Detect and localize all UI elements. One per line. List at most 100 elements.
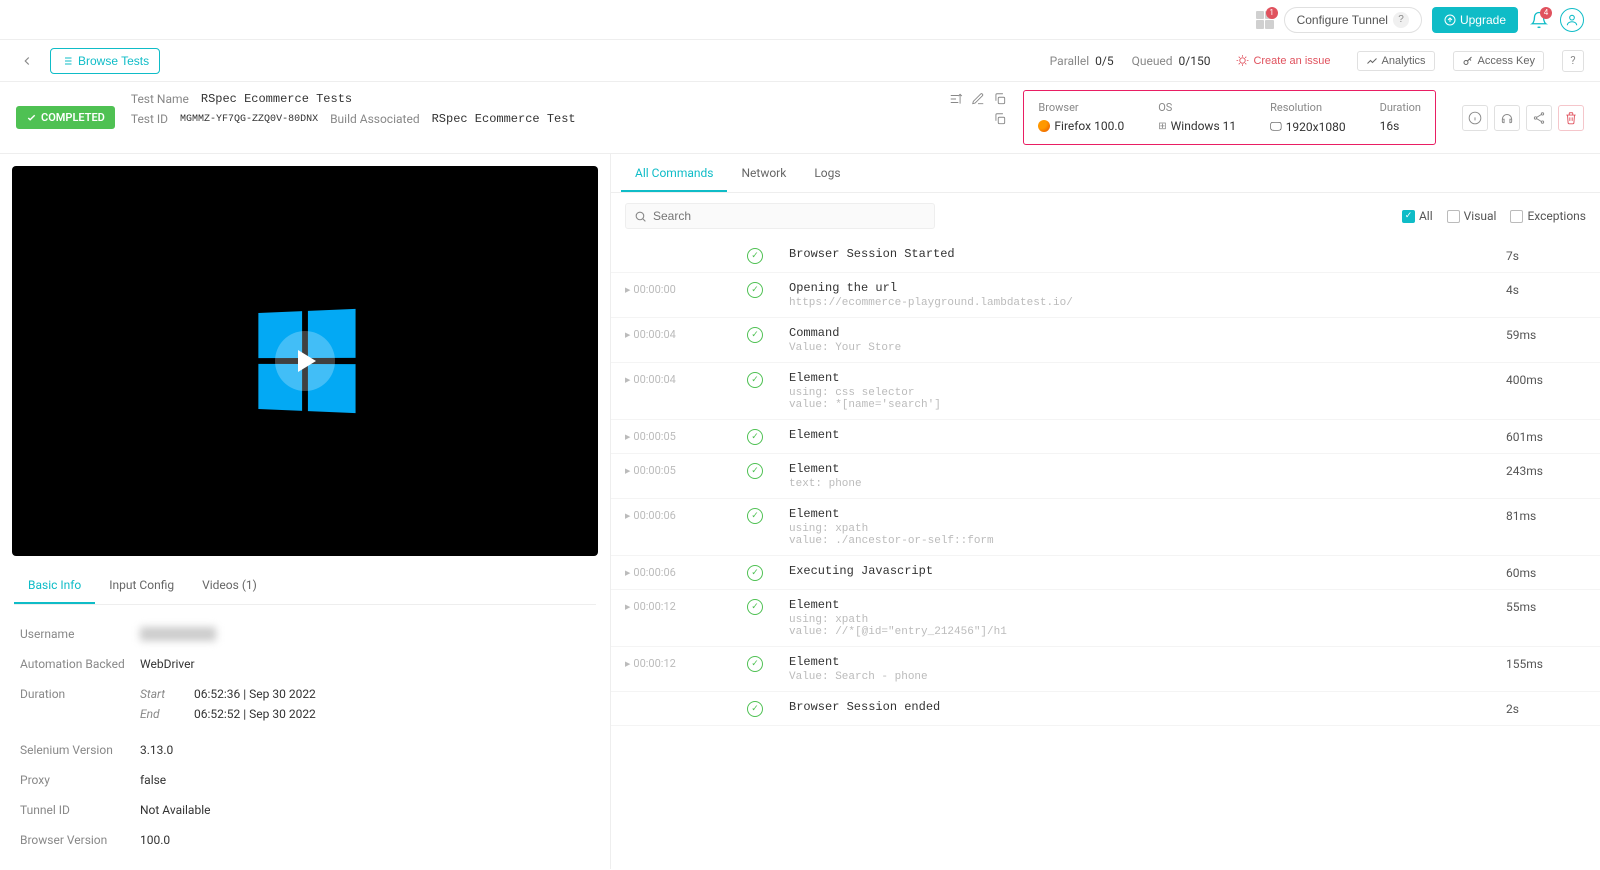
tab-basic-info[interactable]: Basic Info	[14, 568, 95, 604]
command-status: ✓	[747, 507, 777, 524]
command-sub: Value: Your Store	[789, 342, 1494, 354]
bell-badge: 4	[1540, 7, 1552, 19]
command-row[interactable]: ▶ 00:00:12✓ElementValue: Search - phone1…	[611, 647, 1600, 692]
command-sub: https://ecommerce-playground.lambdatest.…	[789, 297, 1494, 309]
username-label: Username	[20, 627, 140, 641]
monitor-icon: 🖵	[1270, 119, 1282, 134]
automation-label: Automation Backed	[20, 657, 140, 671]
command-title: Element	[789, 507, 1494, 521]
check-circle-icon: ✓	[747, 248, 763, 264]
help-icon: ?	[1393, 12, 1409, 28]
duration-label: Duration	[20, 687, 140, 727]
filter-all[interactable]: ✓All	[1402, 209, 1433, 223]
command-title: Command	[789, 326, 1494, 340]
dur-value: 16s	[1380, 119, 1421, 133]
tunnel-value: Not Available	[140, 803, 210, 817]
tab-input-config[interactable]: Input Config	[95, 568, 188, 604]
avatar-icon[interactable]	[1560, 8, 1584, 32]
sort-icon[interactable]	[949, 92, 963, 106]
apps-icon[interactable]: 1	[1256, 11, 1274, 29]
command-row[interactable]: ▶ 00:00:00✓Opening the urlhttps://ecomme…	[611, 273, 1600, 318]
tab-videos[interactable]: Videos (1)	[188, 568, 271, 604]
share-icon	[1532, 111, 1546, 125]
command-status: ✓	[747, 462, 777, 479]
browser-value: Firefox 100.0	[1054, 119, 1124, 133]
copy-icon[interactable]	[993, 92, 1007, 106]
command-time: ▶ 00:00:04	[625, 326, 735, 341]
headphones-button[interactable]	[1494, 105, 1520, 131]
left-tabs: Basic Info Input Config Videos (1)	[14, 568, 596, 605]
command-row[interactable]: ▶ 00:00:04 ✓ Command Value: Your Store 59ms	[611, 318, 1600, 363]
search-input-wrap[interactable]	[625, 203, 935, 229]
command-row[interactable]: ✓Browser Session ended2s	[611, 692, 1600, 726]
os-label: OS	[1158, 101, 1236, 114]
share-button[interactable]	[1526, 105, 1552, 131]
command-title: Browser Session Started	[789, 247, 1494, 261]
tab-all-commands[interactable]: All Commands	[621, 154, 727, 192]
analytics-button[interactable]: Analytics	[1357, 51, 1435, 71]
status-badge: COMPLETED	[16, 106, 115, 129]
configure-tunnel-button[interactable]: Configure Tunnel ?	[1284, 7, 1422, 33]
headphones-icon	[1500, 111, 1514, 125]
back-button[interactable]	[16, 50, 38, 72]
check-circle-icon: ✓	[747, 599, 763, 615]
command-title: Executing Javascript	[789, 564, 1494, 578]
command-time	[625, 247, 735, 249]
selenium-label: Selenium Version	[20, 743, 140, 757]
command-duration: 2s	[1506, 700, 1586, 716]
command-sub: Value: Search - phone	[789, 671, 1494, 683]
test-name-value: RSpec Ecommerce Tests	[201, 92, 352, 106]
help-button[interactable]: ?	[1562, 50, 1584, 72]
delete-button[interactable]	[1558, 105, 1584, 131]
trash-icon	[1564, 111, 1578, 125]
search-icon	[634, 210, 647, 223]
upgrade-icon	[1444, 14, 1456, 26]
command-row[interactable]: ▶ 00:00:12✓Elementusing: xpathvalue: //*…	[611, 590, 1600, 647]
video-player[interactable]	[12, 166, 598, 556]
access-key-button[interactable]: Access Key	[1453, 51, 1544, 71]
command-row[interactable]: ▶ 00:00:04✓Elementusing: css selectorval…	[611, 363, 1600, 420]
command-time: ▶ 00:00:05	[625, 428, 735, 443]
check-circle-icon: ✓	[747, 282, 763, 298]
command-duration: 55ms	[1506, 598, 1586, 614]
command-title: Element	[789, 655, 1494, 669]
check-icon	[26, 112, 37, 123]
search-input[interactable]	[653, 209, 926, 223]
command-row[interactable]: ▶ 00:00:06 ✓ Element using: xpathvalue: ./a…	[611, 499, 1600, 556]
tab-network[interactable]: Network	[727, 154, 800, 192]
command-row[interactable]: ▶ 00:00:05✓Element601ms	[611, 420, 1600, 454]
notification-bell-icon[interactable]: 4	[1528, 9, 1550, 31]
command-title: Element	[789, 428, 1494, 442]
list-icon	[61, 55, 73, 67]
key-icon	[1462, 55, 1474, 67]
info-button[interactable]	[1462, 105, 1488, 131]
command-sub: using: xpathvalue: ./ancestor-or-self::f…	[789, 523, 1494, 547]
command-row[interactable]: ▶ 00:00:06✓Executing Javascript60ms	[611, 556, 1600, 590]
filter-exceptions[interactable]: Exceptions	[1510, 209, 1586, 223]
command-row[interactable]: ✓Browser Session Started7s	[611, 239, 1600, 273]
upgrade-button[interactable]: Upgrade	[1432, 7, 1518, 33]
play-button-icon[interactable]	[275, 331, 335, 391]
command-duration: 81ms	[1506, 507, 1586, 523]
browse-tests-button[interactable]: Browse Tests	[50, 48, 160, 74]
res-value: 1920x1080	[1286, 120, 1346, 134]
command-duration: 60ms	[1506, 564, 1586, 580]
tunnel-label: Tunnel ID	[20, 803, 140, 817]
create-issue-button[interactable]: Create an issue	[1228, 51, 1338, 70]
filter-visual[interactable]: Visual	[1447, 209, 1497, 223]
analytics-icon	[1366, 55, 1378, 67]
check-circle-icon: ✓	[747, 327, 763, 343]
command-duration: 59ms	[1506, 326, 1586, 342]
command-sub: text: phone	[789, 478, 1494, 490]
top-header: 1 Configure Tunnel ? Upgrade 4	[0, 0, 1600, 40]
tab-logs[interactable]: Logs	[800, 154, 854, 192]
command-title: Element	[789, 598, 1494, 612]
browser-label: Browser	[1038, 101, 1124, 114]
command-row[interactable]: ▶ 00:00:05✓Elementtext: phone243ms	[611, 454, 1600, 499]
command-time: ▶ 00:00:12	[625, 655, 735, 670]
edit-icon[interactable]	[971, 92, 985, 106]
command-time: ▶ 00:00:06	[625, 507, 735, 522]
basic-info-panel: Usernamehidden Automation BackedWebDrive…	[0, 605, 610, 869]
build-label: Build Associated	[330, 112, 420, 126]
copy-icon[interactable]	[993, 112, 1007, 126]
